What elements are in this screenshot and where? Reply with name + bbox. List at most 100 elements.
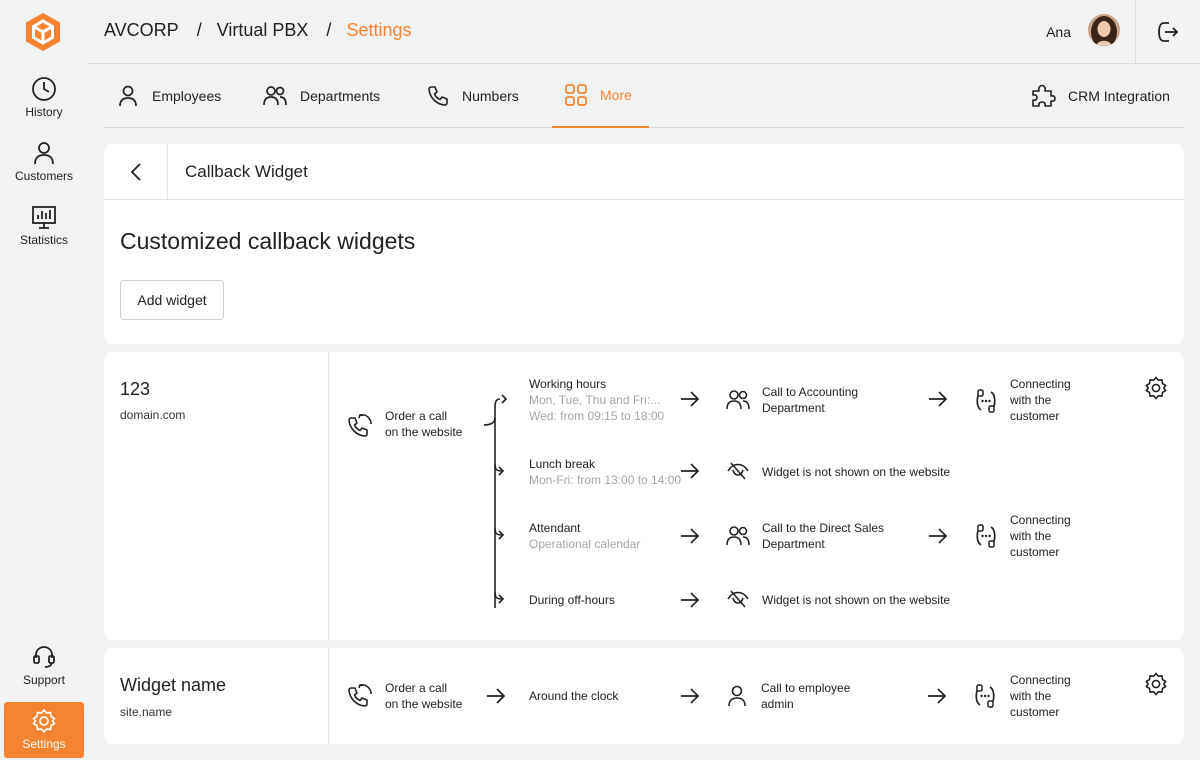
branch-subtitle: Operational calendar [529,537,641,551]
sidebar-item-statistics[interactable]: Statistics [4,198,84,254]
breadcrumb-separator: / [196,20,202,40]
back-button[interactable] [104,144,168,200]
arrow-right-icon [681,592,700,608]
divider [328,352,329,640]
tab-label: CRM Integration [1068,88,1170,104]
group-icon [726,390,750,410]
widget-card[interactable]: 123 domain.com Order a call on the websi… [104,352,1184,640]
logout-icon[interactable] [1156,20,1180,44]
sidebar-item-history[interactable]: History [4,70,84,126]
result-label: with the [1010,393,1052,407]
trigger-label: on the website [385,697,463,711]
connecting-icon [976,389,996,413]
widget-name: Widget name [120,675,227,695]
panel-title: Callback Widget [185,162,308,181]
group-icon [263,86,287,106]
tab-label: Numbers [462,88,519,104]
tab-label: Departments [300,88,381,104]
result-label: with the [1010,529,1052,543]
arrow-right-icon [681,463,700,479]
tab-departments[interactable]: Departments [262,64,380,128]
trigger-label: Order a call [385,681,448,695]
tab-more[interactable]: More [552,64,649,128]
phone-icon [428,86,448,106]
eye-off-icon [727,462,749,480]
breadcrumb-current: Settings [346,20,412,40]
eye-off-icon [727,590,749,608]
branch-subtitle: Mon-Fri: from 13:00 to 14:00 [529,473,682,487]
widget-card[interactable]: Widget name site.name Order a call on th… [104,648,1184,744]
sidebar-item-label: Settings [22,737,66,751]
action-label: Widget is not shown on the website [762,465,951,479]
callback-widget-panel: Callback Widget Customized callback widg… [104,144,1184,344]
branch-subtitle: Wed: from 09:15 to 18:00 [529,409,665,423]
branch-title: During off-hours [529,593,615,607]
puzzle-icon [1032,84,1056,107]
widget-domain: site.name [120,705,173,719]
app-logo[interactable] [22,11,64,53]
user-name[interactable]: Ana [1046,24,1071,40]
action-label: Call to employee [761,681,851,695]
divider [1135,0,1136,64]
person-icon [728,685,746,707]
person-icon [34,142,54,165]
panel-header: Callback Widget [104,144,1184,200]
top-bar: AVCORP / Virtual PBX / Settings Ana [88,0,1200,64]
tab-label: Employees [152,88,222,104]
arrow-right-icon [681,391,700,407]
sidebar: History Customers Statistics Support Set… [0,0,88,760]
sidebar-item-support[interactable]: Support [4,638,84,694]
add-widget-button[interactable]: Add widget [120,280,224,320]
callback-phone-icon [348,413,372,437]
result-label: Connecting [1010,673,1071,687]
widget-domain: domain.com [120,408,186,422]
schedule-label: Around the clock [529,689,619,703]
action-label: Call to Accounting [762,385,859,399]
grid-icon [565,84,587,106]
result-label: customer [1010,545,1060,559]
branch-subtitle: Mon, Tue, Thu and Fri:... [529,393,661,407]
sidebar-item-settings[interactable]: Settings [4,702,84,758]
branch-title: Lunch break [529,457,596,471]
widget-name: 123 [120,379,151,399]
breadcrumb-item[interactable]: AVCORP [104,20,179,41]
chevron-left-icon [130,163,141,181]
action-label: admin [761,697,794,711]
callback-phone-icon [348,683,372,707]
arrow-right-icon [929,391,948,407]
tab-employees[interactable]: Employees [116,64,221,128]
result-label: Connecting [1010,377,1071,391]
result-label: with the [1010,689,1052,703]
tab-numbers[interactable]: Numbers [426,64,519,128]
action-label: Department [762,401,825,415]
sidebar-item-label: Customers [14,169,73,183]
gear-icon[interactable] [1144,672,1168,696]
result-label: customer [1010,705,1060,719]
action-label: Call to the Direct Sales [762,521,885,535]
chart-icon [32,206,56,229]
action-label: Widget is not shown on the website [762,593,951,607]
breadcrumb-separator: / [326,20,332,40]
result-label: customer [1010,409,1060,423]
gear-icon[interactable] [1144,376,1168,400]
settings-tabs: Employees Departments Numbers More CRM I… [104,64,1184,128]
trigger-label: on the website [385,425,463,439]
breadcrumb: AVCORP / Virtual PBX / Settings [104,20,411,41]
result-label: Connecting [1010,513,1071,527]
sidebar-item-label: Support [22,673,66,687]
breadcrumb-item[interactable]: Virtual PBX [217,20,309,41]
connecting-icon [976,524,996,548]
avatar[interactable] [1088,14,1120,46]
sidebar-item-customers[interactable]: Customers [4,134,84,190]
trigger-label: Order a call [385,409,448,423]
branch-title: Working hours [529,377,607,391]
gear-icon [32,709,56,733]
arrow-right-icon [487,688,506,704]
tab-label: More [600,87,632,103]
person-icon [119,85,137,107]
sidebar-item-label: History [25,105,63,119]
arrow-right-icon [929,528,948,544]
connecting-icon [975,684,995,708]
page-heading: Customized callback widgets [120,228,416,254]
tab-crm-integration[interactable]: CRM Integration [1030,64,1170,128]
